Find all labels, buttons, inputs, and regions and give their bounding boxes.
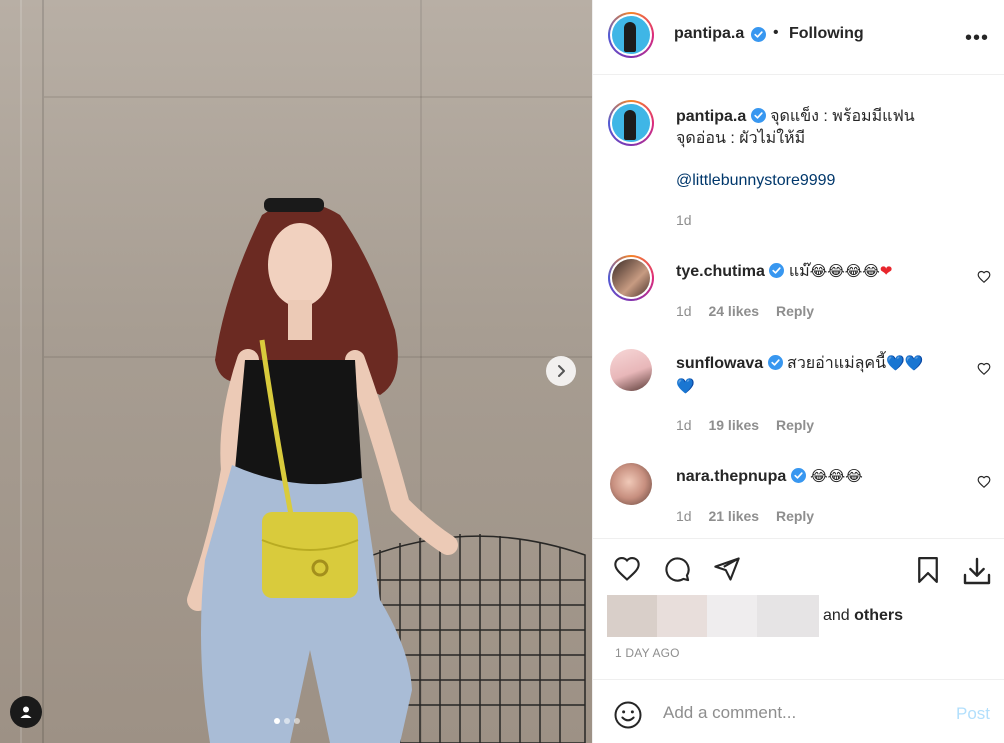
caption-text: pantipa.a จุดแข็ง : พร้อมมีแฟน จุดอ่อน :… [676,106,976,150]
liker-avatar-blurred [657,595,707,637]
comment-time[interactable]: 1d [676,508,692,524]
comment-avatar[interactable] [610,349,652,391]
carousel-indicator [274,718,300,724]
liker-avatar-blurred [757,595,819,637]
avatar-image [612,16,650,54]
comment-emoji: 💙💙 [886,354,924,372]
verified-badge-icon [790,468,806,483]
caption-line-2: จุดอ่อน : ผัวไม่ให้มี [676,130,806,147]
comment-avatar[interactable] [608,255,654,301]
liker-avatar-blurred [707,595,757,637]
reply-button[interactable]: Reply [776,417,814,433]
comment-meta: 1d 19 likes Reply [676,417,814,433]
and-label: and [823,607,850,624]
avatar-image [612,104,650,142]
next-photo-button[interactable] [546,356,576,386]
comment-text: sunflowava สวยอ่าแม่ลุคนี้💙💙 💙 [676,352,966,398]
reply-button[interactable]: Reply [776,303,814,319]
reply-button[interactable]: Reply [776,508,814,524]
comment-text: nara.thepnupa 😂😂😂 [676,465,966,488]
avatar-border [610,257,652,299]
comment-likes[interactable]: 21 likes [708,508,759,524]
liker-avatar-blurred [607,595,657,637]
liked-by-text: and others [823,607,903,625]
comment-body: แม๊ [788,263,810,280]
post-photo[interactable] [0,0,592,743]
comment-meta: 1d 21 likes Reply [676,508,814,524]
heart-emoji: ❤ [879,262,893,280]
author-username[interactable]: pantipa.a [674,25,744,43]
more-options-button[interactable]: ••• [965,27,989,50]
verified-badge-icon [750,108,766,123]
avatar-border [610,102,652,144]
caption-author-avatar[interactable] [608,100,654,146]
caption-line-1: จุดแข็ง : พร้อมมีแฟน [770,108,915,125]
comment-text: tye.chutima แม๊😂😂😂😂❤ [676,260,966,283]
header-bullet: • [773,24,779,41]
comment-username[interactable]: sunflowava [676,355,763,372]
mention-link[interactable]: @littlebunnystore9999 [676,172,835,190]
add-comment-bar: Post [593,679,1004,743]
avatar-border [610,14,652,56]
emoji-smiley-icon[interactable] [613,700,643,730]
liked-by-row[interactable]: and others [607,595,903,637]
verified-badge-icon [751,27,766,42]
author-avatar[interactable] [608,12,654,58]
like-comment-heart-icon[interactable] [977,362,991,376]
verified-badge-icon [767,355,783,370]
caption-timestamp[interactable]: 1d [676,212,692,228]
person-icon [20,706,32,718]
carousel-dot [284,718,290,724]
comment-avatar[interactable] [610,463,652,505]
photo-subject-illustration [187,198,586,743]
comment-likes[interactable]: 24 likes [708,303,759,319]
comment-emoji: 😂😂😂😂 [809,262,880,280]
others-link[interactable]: others [854,607,903,624]
download-icon[interactable] [960,555,994,587]
post-comment-button[interactable]: Post [956,704,990,724]
like-comment-heart-icon[interactable] [977,270,991,284]
comment-username[interactable]: nara.thepnupa [676,468,786,485]
comment-emoji: 💙 [676,377,695,395]
comment-time[interactable]: 1d [676,417,692,433]
following-button[interactable]: Following [789,25,864,43]
share-send-icon[interactable] [712,555,742,583]
avatar-image [612,259,650,297]
save-bookmark-icon[interactable] [913,555,943,585]
like-comment-heart-icon[interactable] [977,475,991,489]
carousel-dot [294,718,300,724]
carousel-dot-active [274,718,280,724]
chevron-right-icon [558,365,565,377]
post-details-panel: pantipa.a • Following ••• pantipa.a จุดแ… [592,0,1004,743]
caption-username[interactable]: pantipa.a [676,108,746,125]
action-bar [593,538,1004,598]
comment-bubble-icon[interactable] [662,555,692,583]
post-header: pantipa.a • Following ••• [593,0,1004,75]
comment-body: สวยอ่าแม่ลุคนี้ [787,355,887,372]
comment-likes[interactable]: 19 likes [708,417,759,433]
verified-badge-icon [769,263,785,278]
comment-username[interactable]: tye.chutima [676,263,765,280]
tagged-users-button[interactable] [10,696,42,728]
comment-time[interactable]: 1d [676,303,692,319]
comment-meta: 1d 24 likes Reply [676,303,814,319]
like-heart-icon[interactable] [612,555,642,583]
post-age[interactable]: 1 DAY AGO [615,646,680,660]
comment-input[interactable] [663,700,933,726]
comment-emoji: 😂😂😂 [810,467,863,485]
